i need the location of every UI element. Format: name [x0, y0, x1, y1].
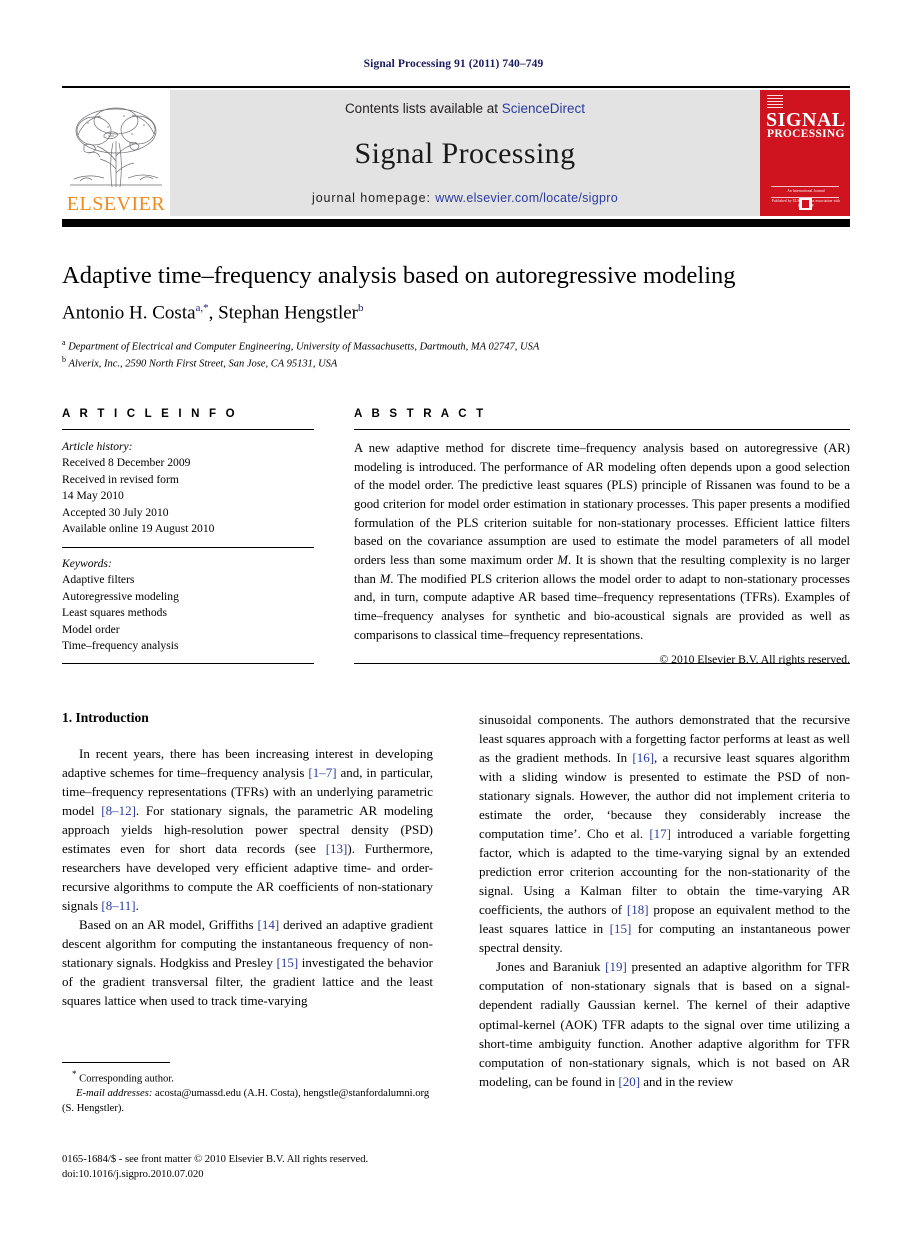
- keyword-item: Model order: [62, 622, 120, 636]
- paragraph: Based on an AR model, Griffiths [14] der…: [62, 915, 433, 1010]
- keywords-label: Keywords:: [62, 556, 112, 570]
- paragraph: In recent years, there has been increasi…: [62, 744, 433, 915]
- keywords-list: Keywords: Adaptive filters Autoregressiv…: [62, 556, 314, 655]
- citation-link[interactable]: [8–12]: [101, 803, 136, 818]
- info-zone-bottom-rules: [62, 663, 850, 664]
- cover-title-line1: SIGNAL: [766, 109, 846, 131]
- text-run: .: [135, 898, 139, 914]
- keyword-item: Autoregressive modeling: [62, 589, 179, 603]
- citation-link[interactable]: [14]: [258, 917, 280, 932]
- article-info-column: A R T I C L E I N F O Article history: R…: [62, 408, 314, 666]
- running-head: Signal Processing 91 (2011) 740–749: [363, 58, 544, 70]
- page-title: Adaptive time–frequency analysis based o…: [62, 262, 736, 289]
- affiliation-list: a Department of Electrical and Computer …: [62, 337, 850, 372]
- text-run: and in the review: [640, 1073, 734, 1089]
- keyword-item: Time–frequency analysis: [62, 638, 179, 652]
- section-heading-introduction: 1. Introduction: [62, 710, 149, 725]
- article-info-heading: A R T I C L E I N F O: [62, 408, 238, 420]
- contents-available-line: Contents lists available at ScienceDirec…: [345, 101, 585, 116]
- journal-masthead: ELSEVIER Contents lists available at Sci…: [62, 86, 850, 227]
- title-block: Adaptive time–frequency analysis based o…: [62, 262, 850, 372]
- author-1-affil-marker[interactable]: a,*: [196, 302, 209, 314]
- corresponding-author-note: * Corresponding author.: [62, 1068, 433, 1087]
- citation-link[interactable]: [15]: [610, 921, 632, 936]
- history-item: Available online 19 August 2010: [62, 522, 215, 536]
- author-2-name: , Stephan Hengstler: [208, 302, 358, 324]
- paragraph: sinusoidal components. The authors demon…: [479, 710, 850, 957]
- footnote-rule: [62, 1062, 170, 1063]
- sciencedirect-link[interactable]: ScienceDirect: [502, 101, 585, 116]
- article-info-abstract-zone: A R T I C L E I N F O Article history: R…: [62, 408, 850, 666]
- article-history: Article history: Received 8 December 200…: [62, 439, 314, 538]
- citation-link[interactable]: [8–11]: [101, 898, 135, 913]
- history-item: Accepted 30 July 2010: [62, 505, 169, 519]
- masthead-top-rule: [62, 86, 850, 88]
- abstract-heading: A B S T R A C T: [354, 408, 487, 420]
- elsevier-logo: ELSEVIER: [62, 90, 170, 216]
- author-list: Antonio H. Costaa,*, Stephan Hengstlerb: [62, 302, 850, 324]
- paragraph: Jones and Baraniuk [19] presented an ada…: [479, 957, 850, 1090]
- history-item: Received in revised form: [62, 472, 179, 486]
- abstract-emph-2: M: [379, 571, 391, 586]
- affiliation-a-text: Department of Electrical and Computer En…: [68, 341, 540, 352]
- journal-cover-thumbnail: SIGNAL PROCESSING An International Journ…: [760, 90, 850, 216]
- article-history-label: Article history:: [62, 440, 133, 453]
- imprint-block: 0165-1684/$ - see front matter © 2010 El…: [62, 1152, 482, 1182]
- abstract-column: A B S T R A C T A new adaptive method fo…: [354, 408, 850, 666]
- text-run: Based on an AR model, Griffiths: [79, 917, 258, 933]
- keyword-item: Adaptive filters: [62, 573, 135, 587]
- history-item: 14 May 2010: [62, 489, 124, 503]
- citation-link[interactable]: [17]: [649, 826, 671, 841]
- affiliation-b: b Alverix, Inc., 2590 North First Street…: [62, 354, 850, 372]
- keyword-item: Least squares methods: [62, 606, 167, 620]
- issn-copyright-line: 0165-1684/$ - see front matter © 2010 El…: [62, 1154, 369, 1165]
- cover-publisher-emblem-icon: [799, 198, 812, 210]
- info-bottom-rule-left: [62, 663, 314, 664]
- doi-line[interactable]: doi:10.1016/j.sigpro.2010.07.020: [62, 1167, 482, 1182]
- cover-barcode-icon: [767, 95, 783, 109]
- text-run: presented an adaptive algorithm for TFR …: [479, 959, 850, 1089]
- masthead-banner: Contents lists available at ScienceDirec…: [170, 90, 760, 216]
- journal-homepage-line: journal homepage: www.elsevier.com/locat…: [312, 191, 618, 205]
- elsevier-wordmark: ELSEVIER: [66, 193, 166, 215]
- citation-link[interactable]: [1–7]: [308, 765, 336, 780]
- email-note: E-mail addresses: acosta@umassd.edu (A.H…: [62, 1087, 433, 1117]
- history-item: Received 8 December 2009: [62, 456, 191, 470]
- cover-divider-top: [771, 186, 839, 187]
- affiliation-b-text: Alverix, Inc., 2590 North First Street, …: [68, 358, 338, 370]
- article-page: Signal Processing 91 (2011) 740–749 ELSE…: [0, 0, 907, 1238]
- author-1-name: Antonio H. Costa: [62, 302, 196, 324]
- copyright-line: © 2010 Elsevier B.V. All rights reserved…: [659, 653, 850, 667]
- journal-homepage-link[interactable]: www.elsevier.com/locate/sigpro: [435, 191, 618, 205]
- affiliation-a-marker: a: [62, 337, 66, 347]
- body-columns: 1. Introduction In recent years, there h…: [62, 710, 850, 1091]
- abstract-text: A new adaptive method for discrete time–…: [354, 439, 850, 644]
- abstract-part-3: . The modified PLS criterion allows the …: [354, 571, 850, 642]
- citation-link[interactable]: [16]: [632, 750, 654, 765]
- email-label: E-mail addresses:: [76, 1088, 153, 1100]
- journal-title: Signal Processing: [354, 136, 576, 170]
- homepage-prefix-text: journal homepage:: [312, 191, 436, 205]
- corresponding-author-text: Corresponding author.: [76, 1073, 174, 1085]
- elsevier-tree-icon: [64, 101, 168, 193]
- text-run: Jones and Baraniuk: [496, 959, 606, 975]
- citation-link[interactable]: [19]: [605, 959, 627, 974]
- citation-link[interactable]: [18]: [627, 902, 649, 917]
- info-bottom-rule-right: [354, 663, 850, 664]
- body-column-right: sinusoidal components. The authors demon…: [479, 710, 850, 1091]
- masthead-bottom-bar: [62, 219, 850, 227]
- author-2-affil-marker[interactable]: b: [358, 302, 364, 314]
- footnote-block: * Corresponding author. E-mail addresses…: [62, 1062, 433, 1117]
- citation-link[interactable]: [20]: [618, 1074, 640, 1089]
- citation-link[interactable]: [15]: [277, 955, 299, 970]
- cover-subtitle: An International Journal: [787, 189, 825, 193]
- citation-link[interactable]: [13]: [326, 841, 348, 856]
- abstract-part-1: A new adaptive method for discrete time–…: [354, 441, 850, 568]
- affiliation-a: a Department of Electrical and Computer …: [62, 337, 850, 355]
- affiliation-b-marker: b: [62, 355, 66, 365]
- contents-prefix-text: Contents lists available at: [344, 101, 502, 116]
- abstract-emph-1: M: [557, 553, 568, 568]
- body-column-left: 1. Introduction In recent years, there h…: [62, 710, 433, 1091]
- cover-title-line2: PROCESSING: [767, 128, 845, 140]
